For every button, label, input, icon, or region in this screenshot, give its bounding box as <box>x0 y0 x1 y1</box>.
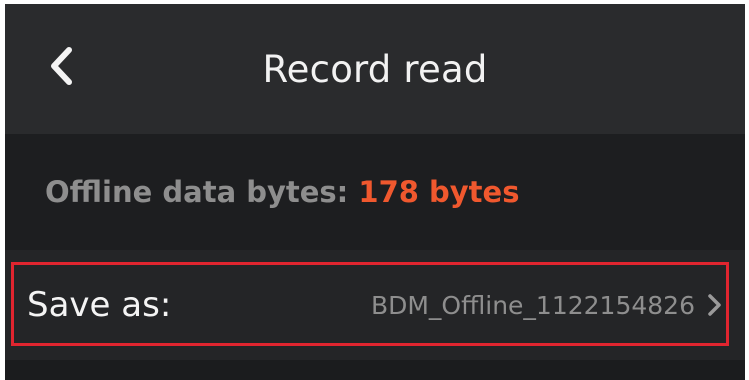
app-screen: Record read Offline data bytes: 178 byte… <box>5 4 745 380</box>
offline-data-text: Offline data bytes: 178 bytes <box>45 175 519 209</box>
page-title: Record read <box>262 47 488 91</box>
chevron-left-icon <box>51 47 72 85</box>
save-as-filename: BDM_Offline_1122154826 <box>370 290 695 320</box>
chevron-right-icon <box>708 294 721 316</box>
header-bar: Record read <box>5 4 745 134</box>
offline-data-row: Offline data bytes: 178 bytes <box>5 134 745 250</box>
back-button[interactable] <box>31 36 91 96</box>
offline-data-value: 178 bytes <box>358 175 520 209</box>
save-as-label: Save as: <box>27 285 172 325</box>
save-as-row[interactable]: Save as: BDM_Offline_1122154826 <box>5 250 745 360</box>
bottom-strip <box>5 360 745 380</box>
offline-data-label: Offline data bytes: <box>45 175 359 209</box>
